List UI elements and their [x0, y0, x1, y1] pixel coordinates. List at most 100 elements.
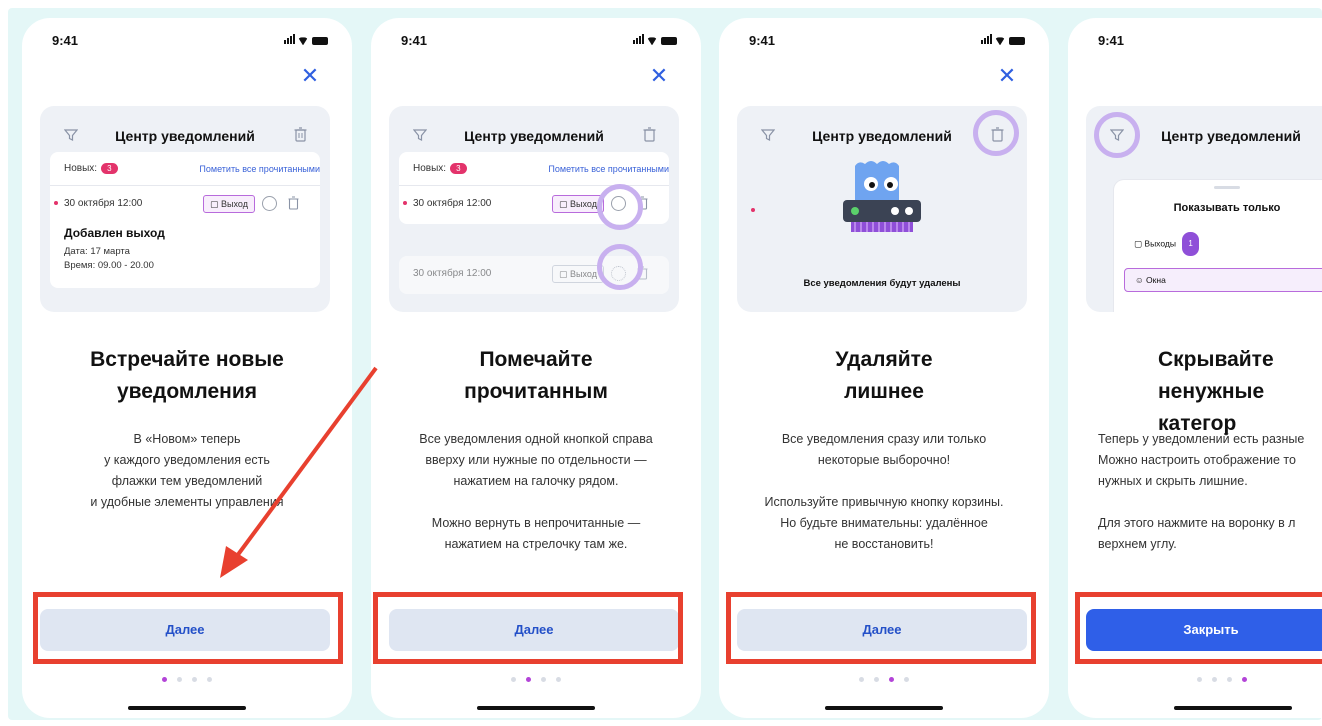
home-indicator — [128, 706, 246, 710]
wifi-icon — [647, 37, 657, 46]
unread-dot — [54, 201, 58, 205]
highlight-ring — [597, 244, 643, 290]
item-trash-icon[interactable] — [288, 196, 299, 210]
notification-date: 30 октября 12:00 — [413, 268, 492, 279]
page-dot — [1227, 677, 1232, 682]
annotation-frame — [1075, 592, 1322, 664]
notification-date: 30 октября 12:00 — [413, 198, 492, 209]
close-icon[interactable]: ✕ — [649, 65, 669, 87]
panel-top: Новых: 3 Пометить все прочитанными — [50, 152, 320, 186]
battery-icon — [661, 37, 677, 46]
status-bar: 9:41 — [1068, 18, 1322, 58]
status-time: 9:41 — [749, 33, 776, 48]
filter-option-windows[interactable]: ☺ Окна✕ — [1124, 268, 1322, 292]
card-header: Центр уведомлений — [40, 126, 330, 146]
notification-date: 30 октября 12:00 — [64, 198, 143, 209]
notification-center-preview: Центр уведомлений Новых: 3 Пометить все п… — [389, 106, 679, 312]
page-indicator — [719, 669, 1049, 687]
unread-dot — [403, 201, 407, 205]
annotation-arrow — [220, 366, 378, 578]
page-indicator — [371, 669, 701, 687]
page-dot — [859, 677, 864, 682]
close-icon[interactable]: ✕ — [997, 65, 1017, 87]
status-icons — [284, 34, 328, 47]
highlight-ring — [973, 110, 1019, 156]
status-time: 9:41 — [1098, 33, 1125, 48]
headline: Помечайте прочитанным — [464, 348, 608, 403]
canvas: 9:41 ✕ Центр уведомлений Новых: 3 Пометит… — [0, 0, 1322, 726]
status-icons — [633, 34, 677, 47]
notification-title: Добавлен выход — [64, 226, 165, 240]
annotation-frame — [726, 592, 1036, 664]
page-dot — [1212, 677, 1217, 682]
sheet-handle[interactable] — [1214, 186, 1240, 189]
page-dot — [192, 677, 197, 682]
status-time: 9:41 — [52, 33, 79, 48]
new-count-badge: 3 — [101, 163, 118, 174]
exit-tag: ▢ Выход — [203, 195, 255, 213]
card-title: Центр уведомлений — [464, 128, 604, 144]
annotation-frame — [33, 592, 343, 664]
page-dot — [1242, 677, 1247, 682]
battery-icon — [312, 37, 328, 46]
page-dot — [526, 677, 531, 682]
trash-icon — [294, 127, 307, 142]
notification-detail-time: Время: 09.00 - 20.00 — [64, 260, 154, 271]
notifications-panel: Новых: 3 Пометить все прочитанными 30 окт… — [50, 152, 320, 288]
home-indicator — [477, 706, 595, 710]
page-dot — [556, 677, 561, 682]
notification-center-preview: Центр уведомлений Показывать только ▢ Вы… — [1086, 106, 1322, 312]
new-count-badge: 3 — [450, 163, 467, 174]
signal-icon — [633, 34, 645, 47]
status-bar: 9:41 — [22, 18, 352, 58]
unread-dot — [751, 208, 755, 212]
annotation-frame — [373, 592, 683, 664]
notification-detail-date: Дата: 17 марта — [64, 246, 130, 257]
shredder-robot-illustration — [843, 161, 921, 232]
status-icons — [981, 34, 1025, 47]
page-dot — [904, 677, 909, 682]
highlight-ring — [597, 184, 643, 230]
notification-item[interactable]: 30 октября 12:00 ▢ Выход Добавлен выход … — [50, 186, 320, 286]
new-count-label: Новых: 3 — [64, 163, 118, 174]
page-dot — [1197, 677, 1202, 682]
close-icon[interactable]: ✕ — [300, 65, 320, 87]
new-count-label: Новых: 3 — [413, 163, 467, 174]
wifi-icon — [298, 37, 308, 46]
page-dot — [874, 677, 879, 682]
card-title: Центр уведомлений — [115, 128, 255, 144]
panel-top: Новых: 3 Пометить все прочитанными — [399, 152, 669, 186]
page-indicator — [22, 669, 352, 687]
home-indicator — [825, 706, 943, 710]
signal-icon — [981, 34, 993, 47]
notification-center-preview: Центр уведомлений Все уведомления будут … — [737, 106, 1027, 312]
filter-option-exits[interactable]: ▢ Выходы 1 — [1124, 232, 1322, 256]
description: Все уведомления одной кнопкой справа вве… — [419, 432, 653, 551]
page-dot — [207, 677, 212, 682]
delete-caption: Все уведомления будут удалены — [803, 278, 961, 289]
mark-read-check-icon[interactable] — [262, 196, 277, 211]
page-indicator — [1068, 669, 1322, 687]
page-dot — [889, 677, 894, 682]
description: Все уведомления сразу или только некотор… — [764, 432, 1004, 551]
status-bar: 9:41 — [719, 18, 1049, 58]
page-dot — [162, 677, 167, 682]
headline: Скрывайте ненужные категор — [1158, 348, 1274, 435]
home-indicator — [1174, 706, 1292, 710]
page-dot — [511, 677, 516, 682]
card-header: Центр уведомлений — [389, 126, 679, 146]
notification-center-preview: Центр уведомлений Новых: 3 Пометить все п… — [40, 106, 330, 312]
headline: Удаляйте лишнее — [835, 348, 933, 403]
highlight-ring — [1094, 112, 1140, 158]
wifi-icon — [995, 37, 1005, 46]
filter-sheet: Показывать только ▢ Выходы 1 ☺ Окна✕ — [1114, 180, 1322, 312]
signal-icon — [284, 34, 296, 47]
status-bar: 9:41 — [371, 18, 701, 58]
mark-all-read-link[interactable]: Пометить все прочитанными — [199, 164, 320, 174]
status-time: 9:41 — [401, 33, 428, 48]
battery-icon — [1009, 37, 1025, 46]
mark-all-read-link[interactable]: Пометить все прочитанными — [548, 164, 669, 174]
filter-count-badge: 1 — [1182, 232, 1199, 256]
trash-icon — [643, 127, 656, 142]
description: Теперь у уведомлений есть разные Можно н… — [1098, 432, 1305, 551]
